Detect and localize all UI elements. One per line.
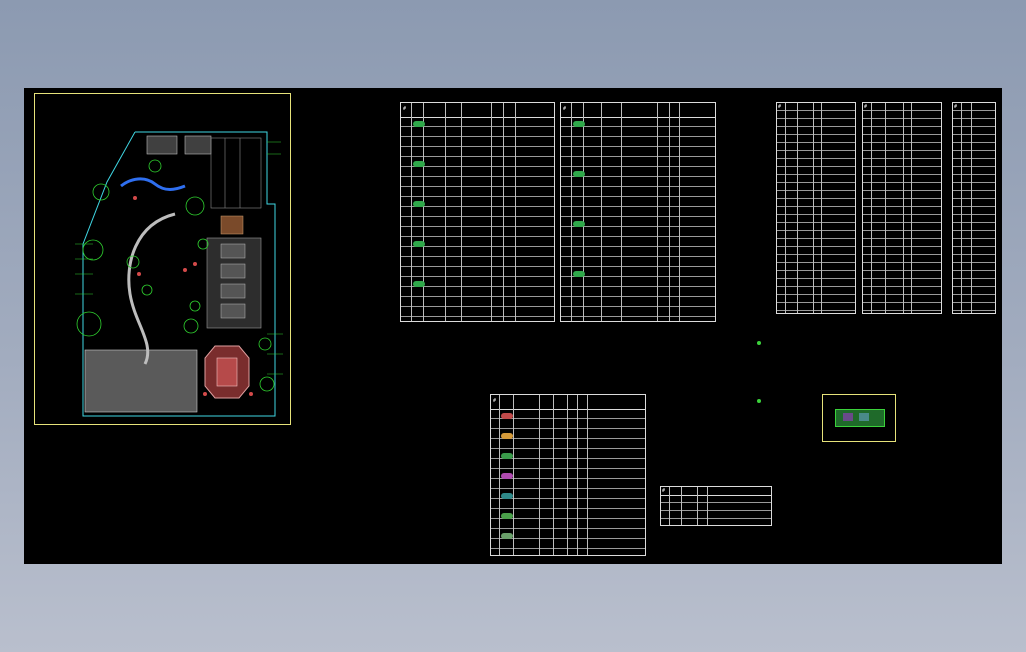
plant-symbol: [501, 413, 513, 419]
plant-symbol: [413, 201, 425, 207]
plant-marker: [757, 399, 761, 403]
header-cell: #: [563, 106, 567, 112]
plant-symbol: [501, 473, 513, 479]
plant-symbol: [413, 241, 425, 247]
plant-symbol: [413, 281, 425, 287]
quantity-table-1[interactable]: #: [776, 102, 856, 314]
thumbnail-detail[interactable]: [822, 394, 896, 442]
plant-schedule-table-2[interactable]: #: [560, 102, 716, 322]
plant-symbol: [573, 171, 585, 177]
header-cell: #: [403, 106, 407, 112]
quantity-table-2[interactable]: #: [862, 102, 942, 314]
plant-symbol: [501, 453, 513, 459]
plant-symbol: [573, 221, 585, 227]
plant-symbol: [413, 161, 425, 167]
header-cell: #: [778, 104, 782, 110]
header-cell: #: [662, 488, 666, 494]
plant-symbol: [573, 271, 585, 277]
plant-symbol: [573, 121, 585, 127]
plant-symbol: [501, 533, 513, 539]
plant-schedule-table-1[interactable]: #: [400, 102, 555, 322]
header-cell: #: [954, 104, 958, 110]
site-plan-drawing: [75, 131, 283, 417]
drawing-sheet-frame[interactable]: [34, 93, 291, 425]
plant-marker: [757, 341, 761, 345]
plant-symbol: [501, 493, 513, 499]
shrub-schedule-table[interactable]: #: [490, 394, 646, 556]
plant-symbol: [501, 433, 513, 439]
plant-symbol: [501, 513, 513, 519]
quantity-table-3[interactable]: #: [952, 102, 996, 314]
summary-table[interactable]: #: [660, 486, 772, 526]
header-cell: #: [493, 398, 497, 404]
header-cell: #: [864, 104, 868, 110]
cad-model-space[interactable]: # # # # # # #: [24, 88, 1002, 564]
plant-symbol: [413, 121, 425, 127]
